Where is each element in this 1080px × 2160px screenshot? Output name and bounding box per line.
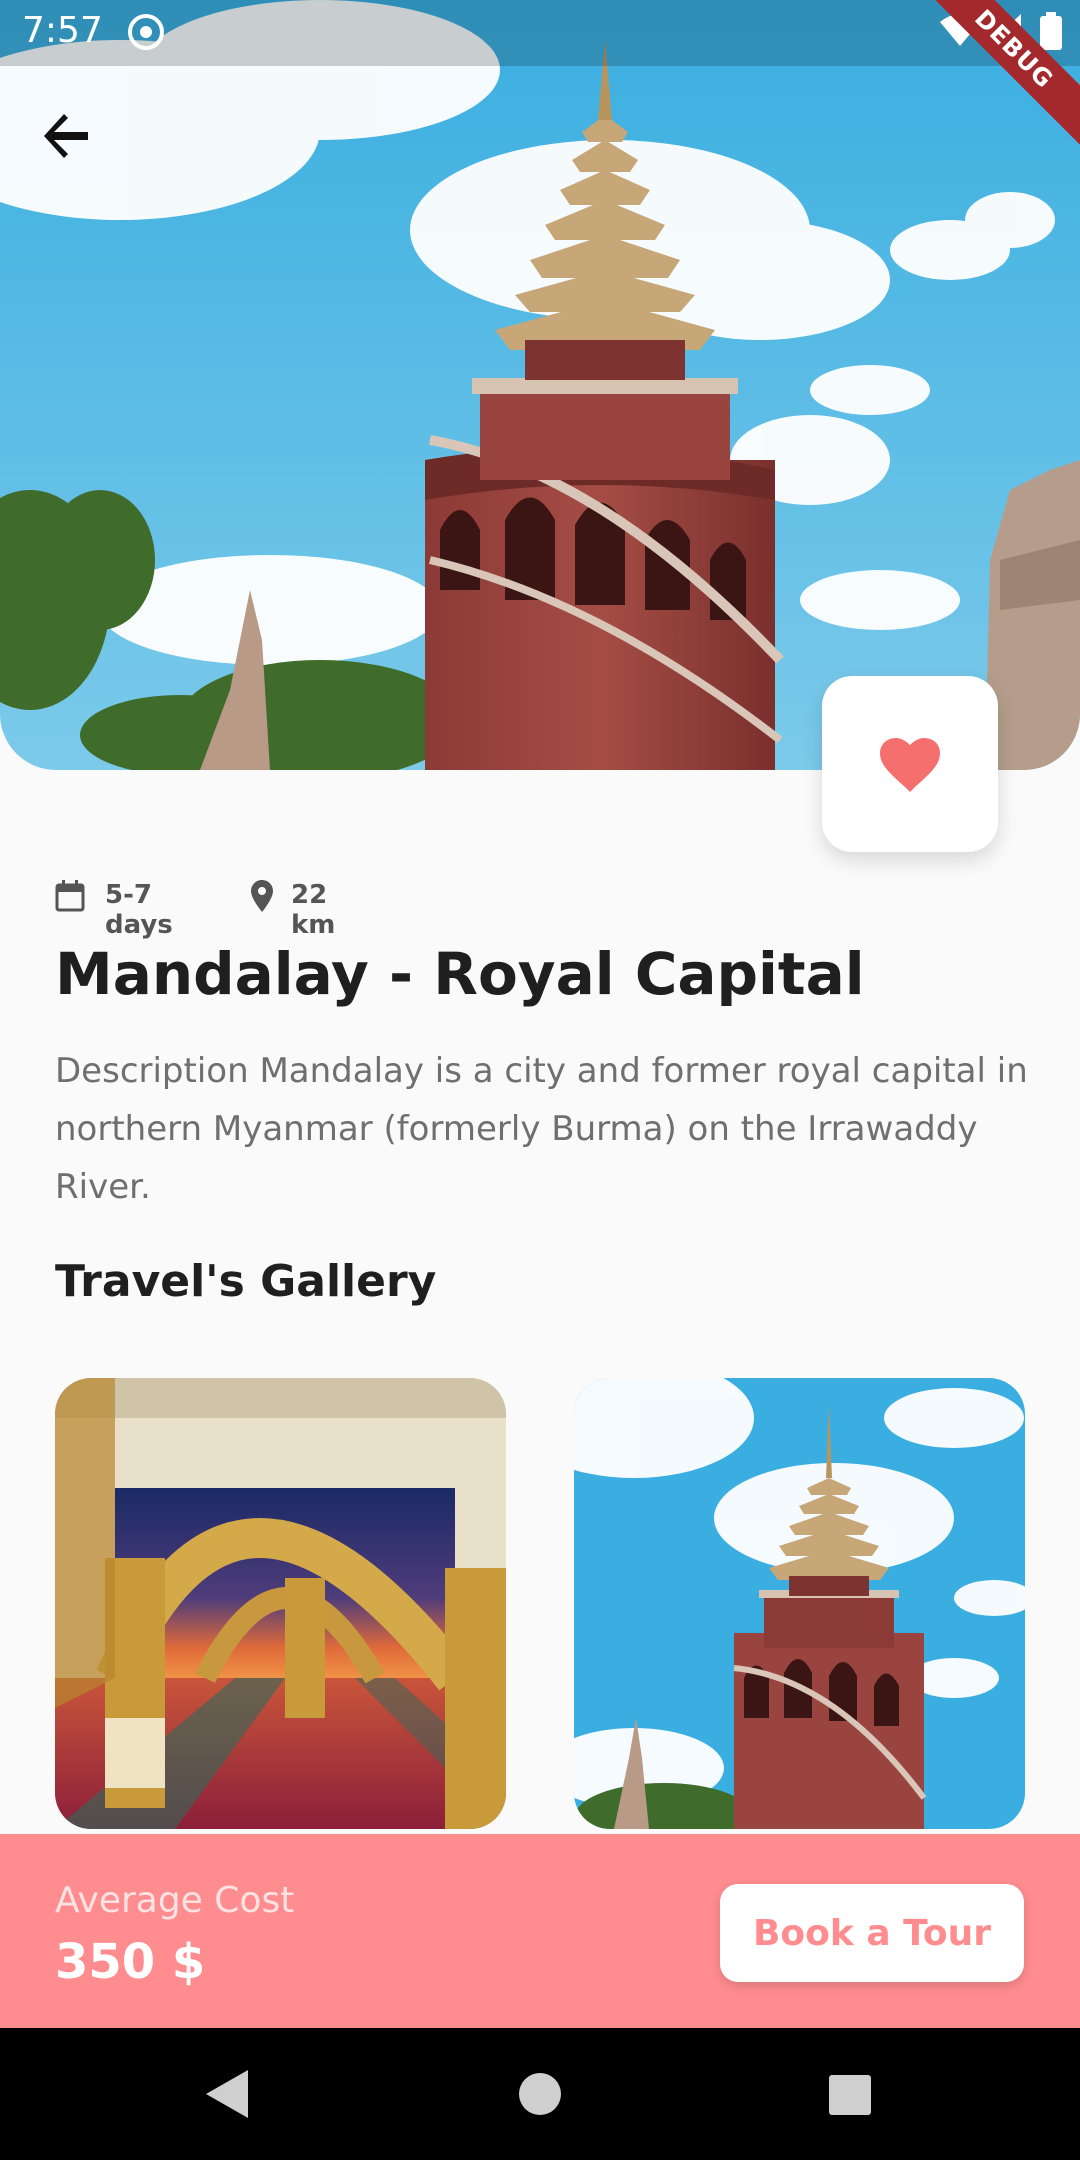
average-cost-value: 350 $ — [55, 1934, 206, 1990]
gallery-title: Travel's Gallery — [55, 1256, 437, 1307]
gallery-image-tower[interactable] — [574, 1378, 1025, 1829]
page-title: Mandalay - Royal Capital — [55, 940, 865, 1008]
settings-icon — [126, 12, 166, 61]
gallery-image-pavilion[interactable] — [55, 1378, 506, 1829]
arrow-left-icon — [36, 114, 100, 172]
trip-distance: 22 km — [291, 880, 336, 940]
back-button[interactable] — [36, 104, 100, 168]
hero-image — [0, 0, 1080, 770]
trip-duration: 5-7 days — [105, 880, 173, 940]
status-time: 7:57 — [22, 10, 103, 51]
location-pin-icon — [251, 880, 273, 919]
nav-back-icon[interactable] — [204, 2068, 250, 2124]
navigation-bar — [0, 2028, 1080, 2160]
book-tour-button[interactable]: Book a Tour — [720, 1884, 1024, 1982]
trip-description: Description Mandalay is a city and forme… — [55, 1051, 1028, 1207]
calendar-icon — [55, 880, 85, 919]
nav-home-icon[interactable] — [518, 2072, 562, 2120]
heart-icon — [880, 738, 940, 796]
favorite-button[interactable] — [822, 676, 998, 852]
nav-recents-icon[interactable] — [828, 2074, 872, 2120]
average-cost-label: Average Cost — [55, 1880, 295, 1921]
status-bar: 7:57 — [0, 0, 1080, 66]
booking-bar: Average Cost 350 $ Book a Tour — [0, 1834, 1080, 2028]
